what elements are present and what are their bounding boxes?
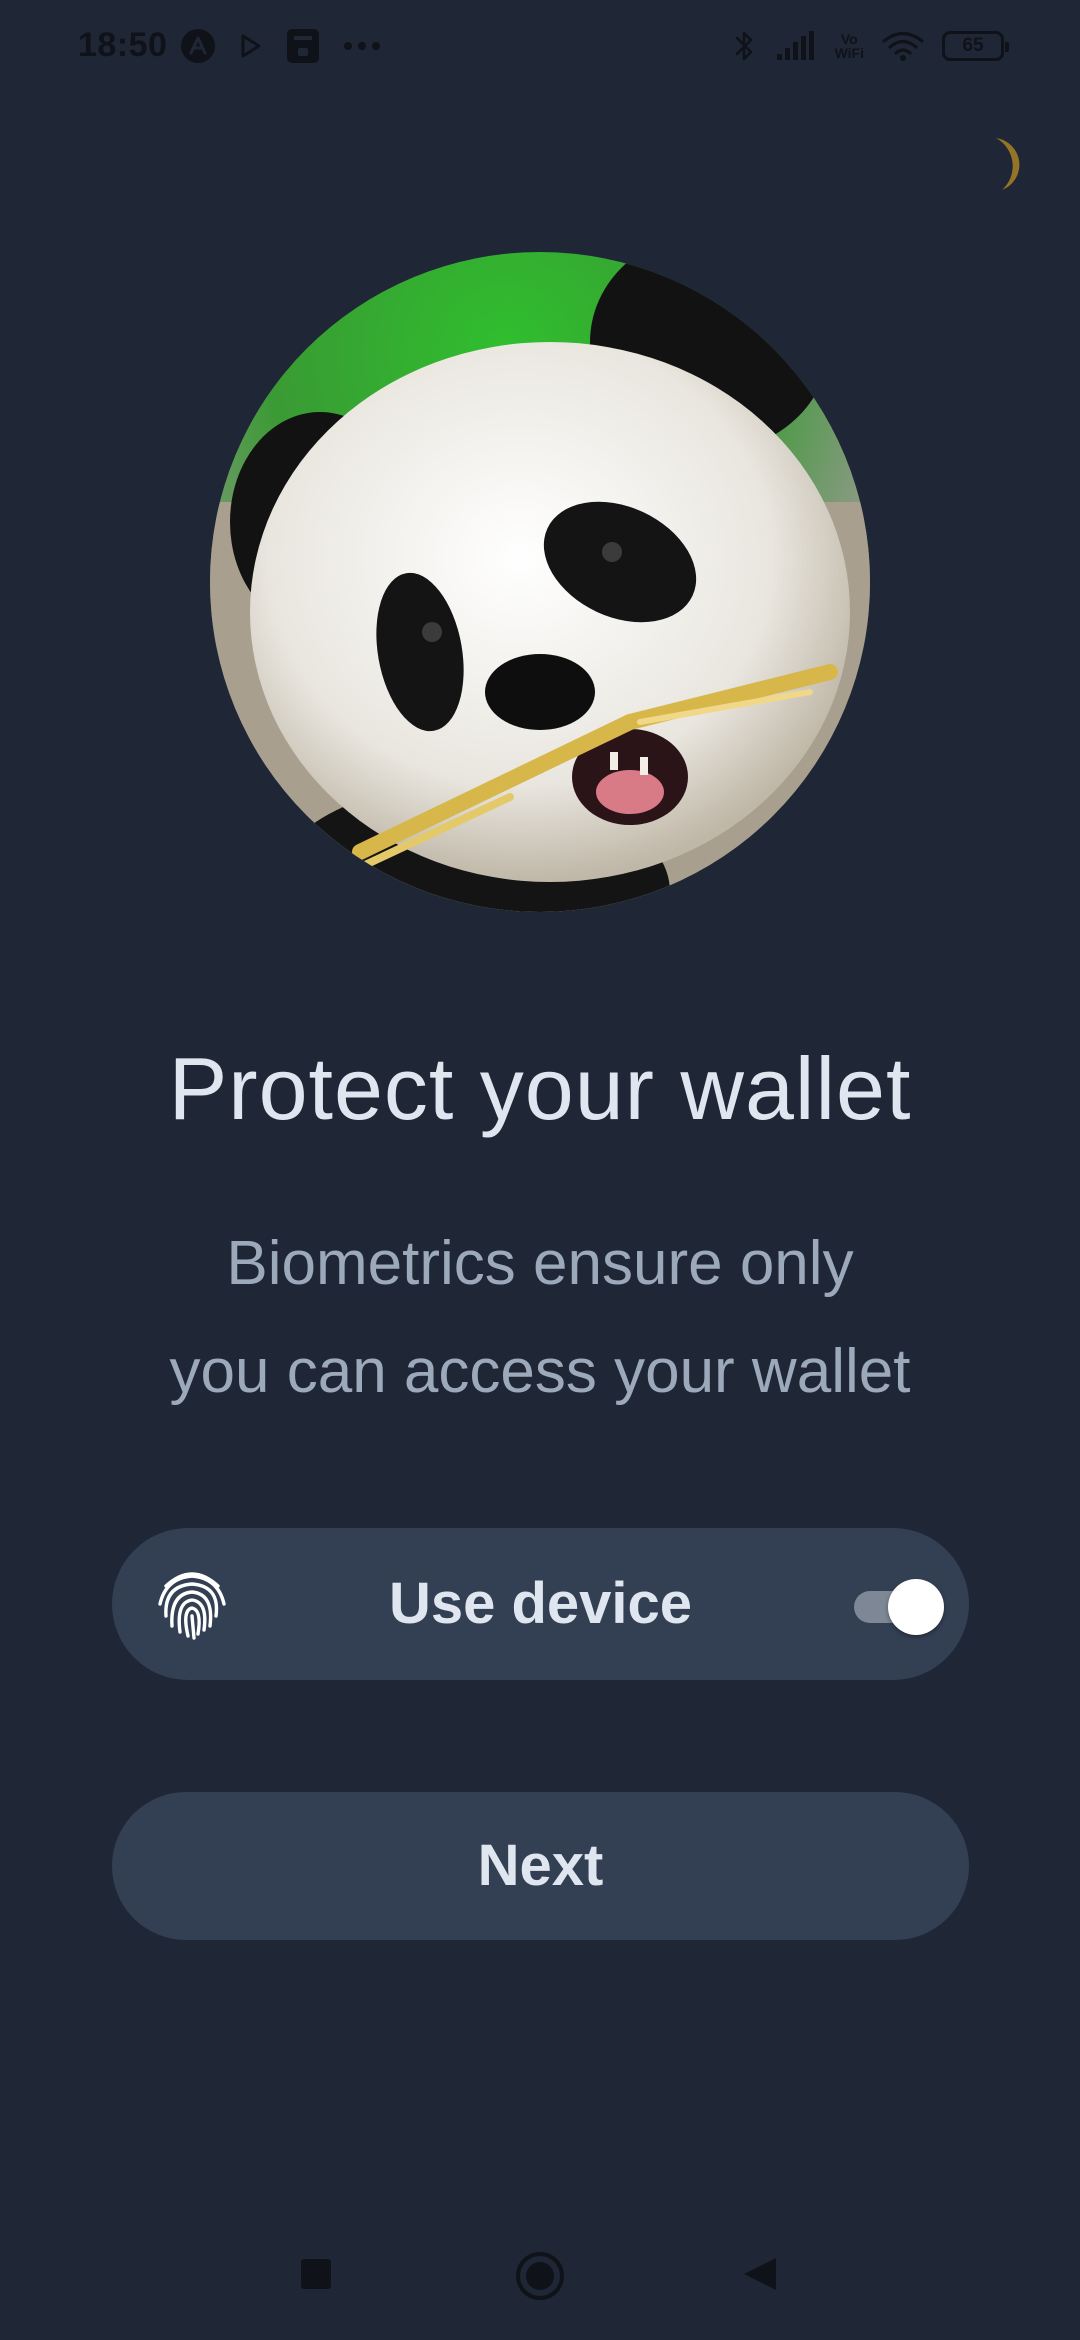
fingerprint-icon: [152, 1564, 232, 1644]
page-subtitle: Biometrics ensure only you can access yo…: [100, 1210, 980, 1426]
theme-toggle-moon-icon[interactable]: [944, 130, 1024, 210]
bluetooth-icon: [733, 28, 757, 64]
subtitle-line-2: you can access your wallet: [169, 1337, 911, 1406]
vowifi-icon: Vo WiFi: [834, 31, 864, 61]
status-left-icons: [180, 28, 382, 64]
panda-avatar-image: [210, 252, 870, 912]
battery-icon: 65: [942, 31, 1009, 61]
home-circle-icon[interactable]: [514, 2250, 566, 2307]
status-time: 18:50: [78, 26, 168, 64]
notification-app-icon: [286, 28, 320, 64]
status-right-icons: Vo WiFi 65: [733, 28, 1009, 64]
use-device-biometrics-row[interactable]: Use device: [112, 1528, 969, 1680]
page-title: Protect your wallet: [168, 1039, 912, 1138]
subtitle-line-1: Biometrics ensure only: [226, 1229, 854, 1298]
a-app-icon: [180, 28, 216, 64]
battery-level: 65: [962, 35, 984, 56]
wifi-icon: [882, 30, 924, 62]
back-triangle-icon[interactable]: [742, 2256, 778, 2297]
signal-icon: [775, 30, 817, 62]
status-bar: 18:50 Vo WiFi 65: [0, 0, 1080, 96]
biometrics-toggle-switch[interactable]: [850, 1579, 944, 1635]
more-dots-icon: [342, 40, 382, 52]
system-nav-bar: [0, 2220, 1080, 2340]
next-button[interactable]: Next: [112, 1792, 969, 1940]
use-device-label: Use device: [388, 1571, 693, 1636]
screen: 18:50 Vo WiFi 65 Protect your wallet Bio…: [0, 0, 1080, 2340]
play-icon: [238, 32, 264, 60]
recents-square-icon[interactable]: [300, 2258, 332, 2295]
toggle-thumb: [888, 1579, 944, 1635]
